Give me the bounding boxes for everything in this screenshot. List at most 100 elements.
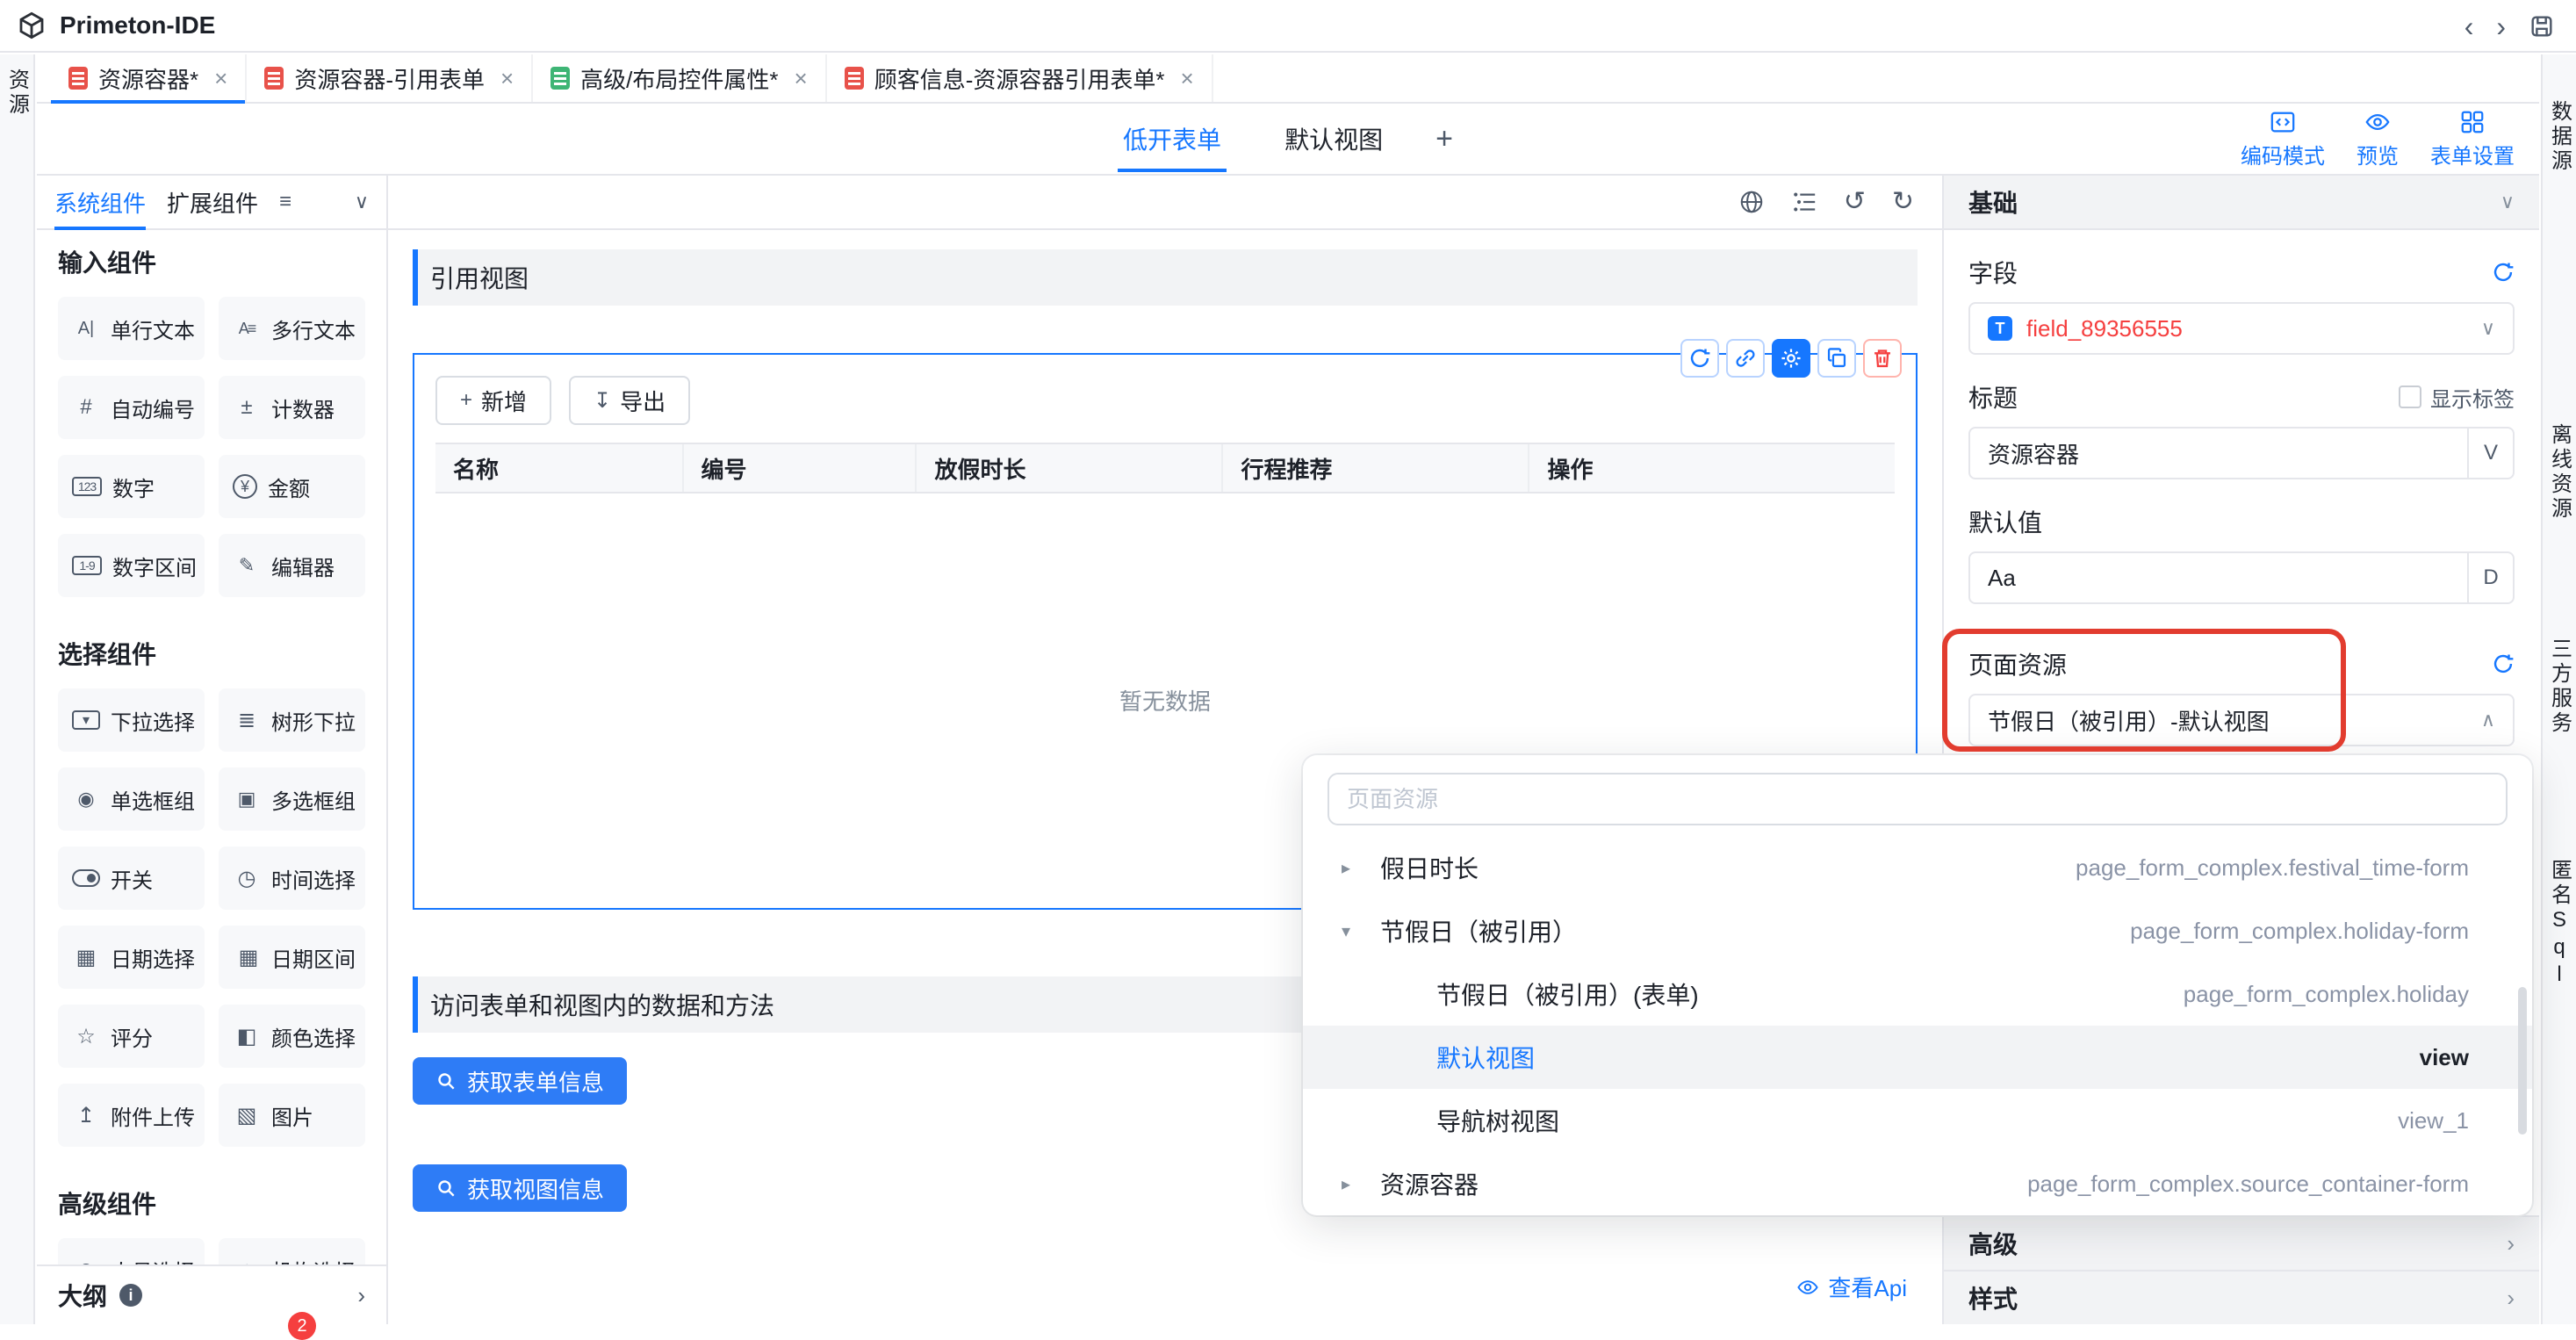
third-party-service-strip-tab[interactable]: 三方服务: [2544, 638, 2575, 736]
refresh-icon[interactable]: [2492, 261, 2515, 284]
style-section-header[interactable]: 样式 ›: [1944, 1270, 2539, 1324]
palette-item-number-range[interactable]: 数字区间: [58, 534, 205, 597]
eye-icon: [2364, 109, 2391, 135]
chevron-down-icon[interactable]: ∨: [355, 176, 369, 228]
dropdown-select-icon: [72, 710, 100, 730]
menu-icon[interactable]: ≡: [279, 176, 291, 228]
palette-item-date-range[interactable]: 日期区间: [219, 926, 365, 989]
undo-icon[interactable]: ↺: [1844, 189, 1866, 215]
tree-item-holiday[interactable]: 节假日（被引用）(表单) page_form_complex.holiday: [1303, 962, 2532, 1026]
palette-item-image[interactable]: 图片: [219, 1084, 365, 1147]
palette-item-auto-number[interactable]: 自动编号: [58, 376, 205, 439]
outline-tree-icon[interactable]: [1791, 189, 1817, 215]
tree-item-holiday-form[interactable]: 节假日（被引用） page_form_complex.holiday-form: [1303, 899, 2532, 962]
save-icon[interactable]: [2529, 13, 2555, 40]
tab-default-view[interactable]: 默认视图: [1284, 121, 1383, 156]
form-settings-button[interactable]: 表单设置: [2430, 109, 2515, 169]
view-api-link[interactable]: 查看Api: [1796, 1271, 1907, 1303]
title-input[interactable]: 资源容器 V: [1968, 427, 2515, 479]
palette-item-date-picker[interactable]: 日期选择: [58, 926, 205, 989]
tab-system-components[interactable]: 系统组件: [54, 176, 146, 228]
link-icon[interactable]: [1726, 339, 1765, 378]
chevron-right-icon[interactable]: ›: [357, 1282, 365, 1309]
download-icon: ↧: [594, 388, 611, 414]
offline-resource-strip-tab[interactable]: 离线资源: [2544, 423, 2575, 522]
field-label: 字段: [1968, 255, 2018, 290]
editor-tab-4[interactable]: 顾客信息-资源容器引用表单* ×: [827, 54, 1213, 102]
view-api-label: 查看Api: [1828, 1271, 1907, 1303]
checkbox-icon[interactable]: [2399, 385, 2421, 408]
star-icon: [72, 1023, 100, 1049]
resource-search-input[interactable]: [1328, 773, 2508, 825]
palette-item-select[interactable]: 下拉选择: [58, 688, 205, 752]
tree-item-nav-tree-view[interactable]: 导航树视图 view_1: [1303, 1089, 2532, 1152]
palette-item-switch[interactable]: 开关: [58, 847, 205, 910]
tab-extension-components[interactable]: 扩展组件: [167, 176, 258, 228]
variable-toggle[interactable]: V: [2467, 429, 2513, 478]
get-form-info-button[interactable]: 获取表单信息: [413, 1057, 627, 1105]
tree-item-default-view[interactable]: 默认视图 view: [1303, 1026, 2532, 1089]
redo-icon[interactable]: ↻: [1892, 189, 1914, 215]
close-icon[interactable]: ×: [795, 65, 808, 92]
column-header-number: 编号: [684, 444, 917, 492]
caret-right-icon[interactable]: [1342, 857, 1380, 879]
tree-item-source-container[interactable]: 资源容器 page_form_complex.source_container-…: [1303, 1152, 2532, 1215]
add-row-button[interactable]: + 新增: [435, 376, 551, 425]
caret-right-icon[interactable]: [1342, 1173, 1380, 1195]
palette-item-multi-text[interactable]: 多行文本: [219, 297, 365, 360]
close-icon[interactable]: ×: [500, 65, 514, 92]
refresh-icon[interactable]: [2492, 652, 2515, 675]
close-icon[interactable]: ×: [1180, 65, 1193, 92]
left-resource-strip[interactable]: 资源: [0, 54, 35, 1324]
palette-item-time-picker[interactable]: 时间选择: [219, 847, 365, 910]
sync-icon[interactable]: [1680, 339, 1719, 378]
globe-icon[interactable]: [1738, 189, 1765, 215]
number-icon: [72, 477, 102, 496]
palette-item-color-picker[interactable]: 颜色选择: [219, 1005, 365, 1068]
data-toggle[interactable]: D: [2467, 553, 2513, 602]
editor-tab-1[interactable]: 资源容器* ×: [51, 54, 247, 102]
palette-item-number[interactable]: 数字: [58, 455, 205, 518]
close-icon[interactable]: ×: [214, 65, 227, 92]
palette-item-money[interactable]: 金额: [219, 455, 365, 518]
text-field-icon: T: [1988, 316, 2012, 341]
palette-item-radio-group[interactable]: 单选框组: [58, 767, 205, 831]
palette-item-single-text[interactable]: 单行文本: [58, 297, 205, 360]
scrollbar-thumb[interactable]: [2518, 987, 2527, 1135]
code-mode-button[interactable]: 编码模式: [2241, 109, 2325, 169]
tab-low-code-form[interactable]: 低开表单: [1123, 121, 1221, 156]
export-button[interactable]: ↧ 导出: [569, 376, 690, 425]
anonymous-sql-strip-tab[interactable]: 匿名Sql: [2544, 859, 2575, 990]
palette-item-checkbox-group[interactable]: 多选框组: [219, 767, 365, 831]
resource-strip-label[interactable]: 资源: [2, 68, 32, 118]
nav-back-icon[interactable]: ‹: [2464, 12, 2474, 40]
field-select[interactable]: T field_89356555 ∨: [1968, 302, 2515, 355]
palette-item-counter[interactable]: 计数器: [219, 376, 365, 439]
page-resource-label: 页面资源: [1968, 646, 2067, 681]
preview-button[interactable]: 预览: [2357, 109, 2399, 169]
outline-bar[interactable]: 大纲 i › 2: [37, 1264, 386, 1324]
palette-item-rate[interactable]: 评分: [58, 1005, 205, 1068]
editor-tab-label: 顾客信息-资源容器引用表单*: [874, 62, 1165, 95]
add-view-button[interactable]: +: [1436, 122, 1453, 156]
page-resource-select[interactable]: 节假日（被引用）-默认视图 ∧: [1968, 694, 2515, 746]
default-value-input[interactable]: Aa D: [1968, 551, 2515, 604]
trash-icon[interactable]: [1863, 339, 1902, 378]
tree-item-festival-time[interactable]: 假日时长 page_form_complex.festival_time-for…: [1303, 836, 2532, 899]
editor-tab-3[interactable]: 高级/布局控件属性* ×: [533, 54, 827, 102]
show-label-checkbox[interactable]: 显示标签: [2399, 382, 2515, 413]
copy-icon[interactable]: [1817, 339, 1856, 378]
nav-forward-icon[interactable]: ›: [2496, 12, 2506, 40]
palette-item-tree-select[interactable]: 树形下拉: [219, 688, 365, 752]
datasource-strip-tab[interactable]: 数据源: [2544, 100, 2575, 174]
basic-section-header[interactable]: 基础 ∨: [1944, 176, 2539, 230]
advanced-section-header[interactable]: 高级 ›: [1944, 1215, 2539, 1270]
caret-down-icon[interactable]: [1342, 920, 1380, 942]
palette-item-upload[interactable]: 附件上传: [58, 1084, 205, 1147]
get-view-info-button[interactable]: 获取视图信息: [413, 1164, 627, 1212]
tree-select-icon: [233, 707, 261, 733]
gear-icon[interactable]: [1772, 339, 1810, 378]
palette-item-editor[interactable]: 编辑器: [219, 534, 365, 597]
basic-section-title: 基础: [1968, 184, 2018, 220]
editor-tab-2[interactable]: 资源容器-引用表单 ×: [247, 54, 533, 102]
